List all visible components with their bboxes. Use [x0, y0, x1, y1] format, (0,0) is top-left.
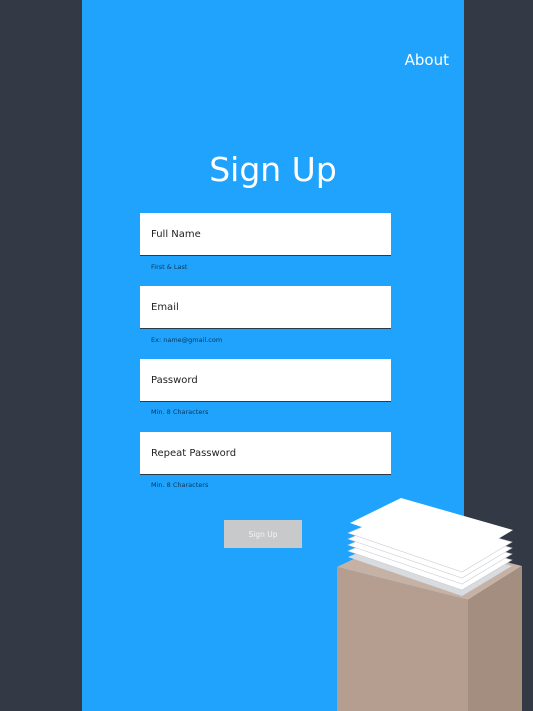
paper-stack-box-illustration [337, 498, 522, 711]
